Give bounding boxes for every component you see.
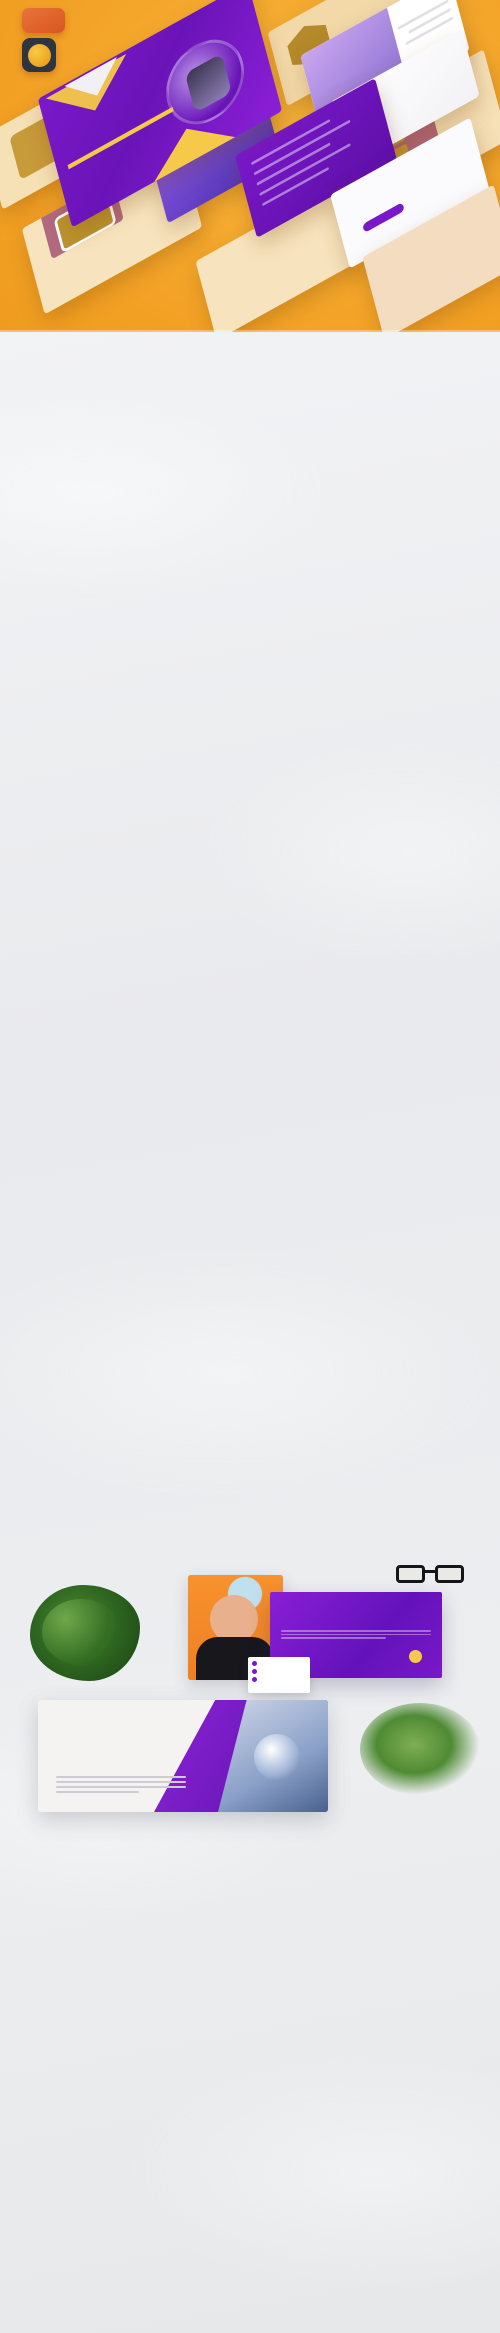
glasses-decoration	[396, 1565, 464, 1587]
feature-scene	[0, 1507, 500, 1812]
herb-decoration	[30, 1585, 140, 1681]
profile-description	[281, 1630, 431, 1639]
quick-response-icon	[320, 1650, 354, 1652]
high-quality-icon	[281, 1650, 315, 1652]
years-icon	[398, 1650, 432, 1665]
slide-showcase	[0, 332, 500, 2333]
slides-count-badge	[22, 8, 65, 33]
share-icon	[359, 1650, 393, 1652]
feature-checklist	[248, 1657, 310, 1693]
hero-section	[0, 0, 500, 332]
list-item	[252, 1677, 306, 1682]
marble-texture	[0, 332, 500, 2333]
list-item	[252, 1661, 306, 1666]
product-preview-page	[0, 0, 500, 2333]
list-item	[252, 1669, 306, 1674]
feature-portfolio-slide	[38, 1700, 328, 1812]
fern-decoration	[360, 1703, 480, 1795]
powerpoint-icon	[22, 38, 56, 72]
portfolio-body-text	[56, 1776, 186, 1793]
